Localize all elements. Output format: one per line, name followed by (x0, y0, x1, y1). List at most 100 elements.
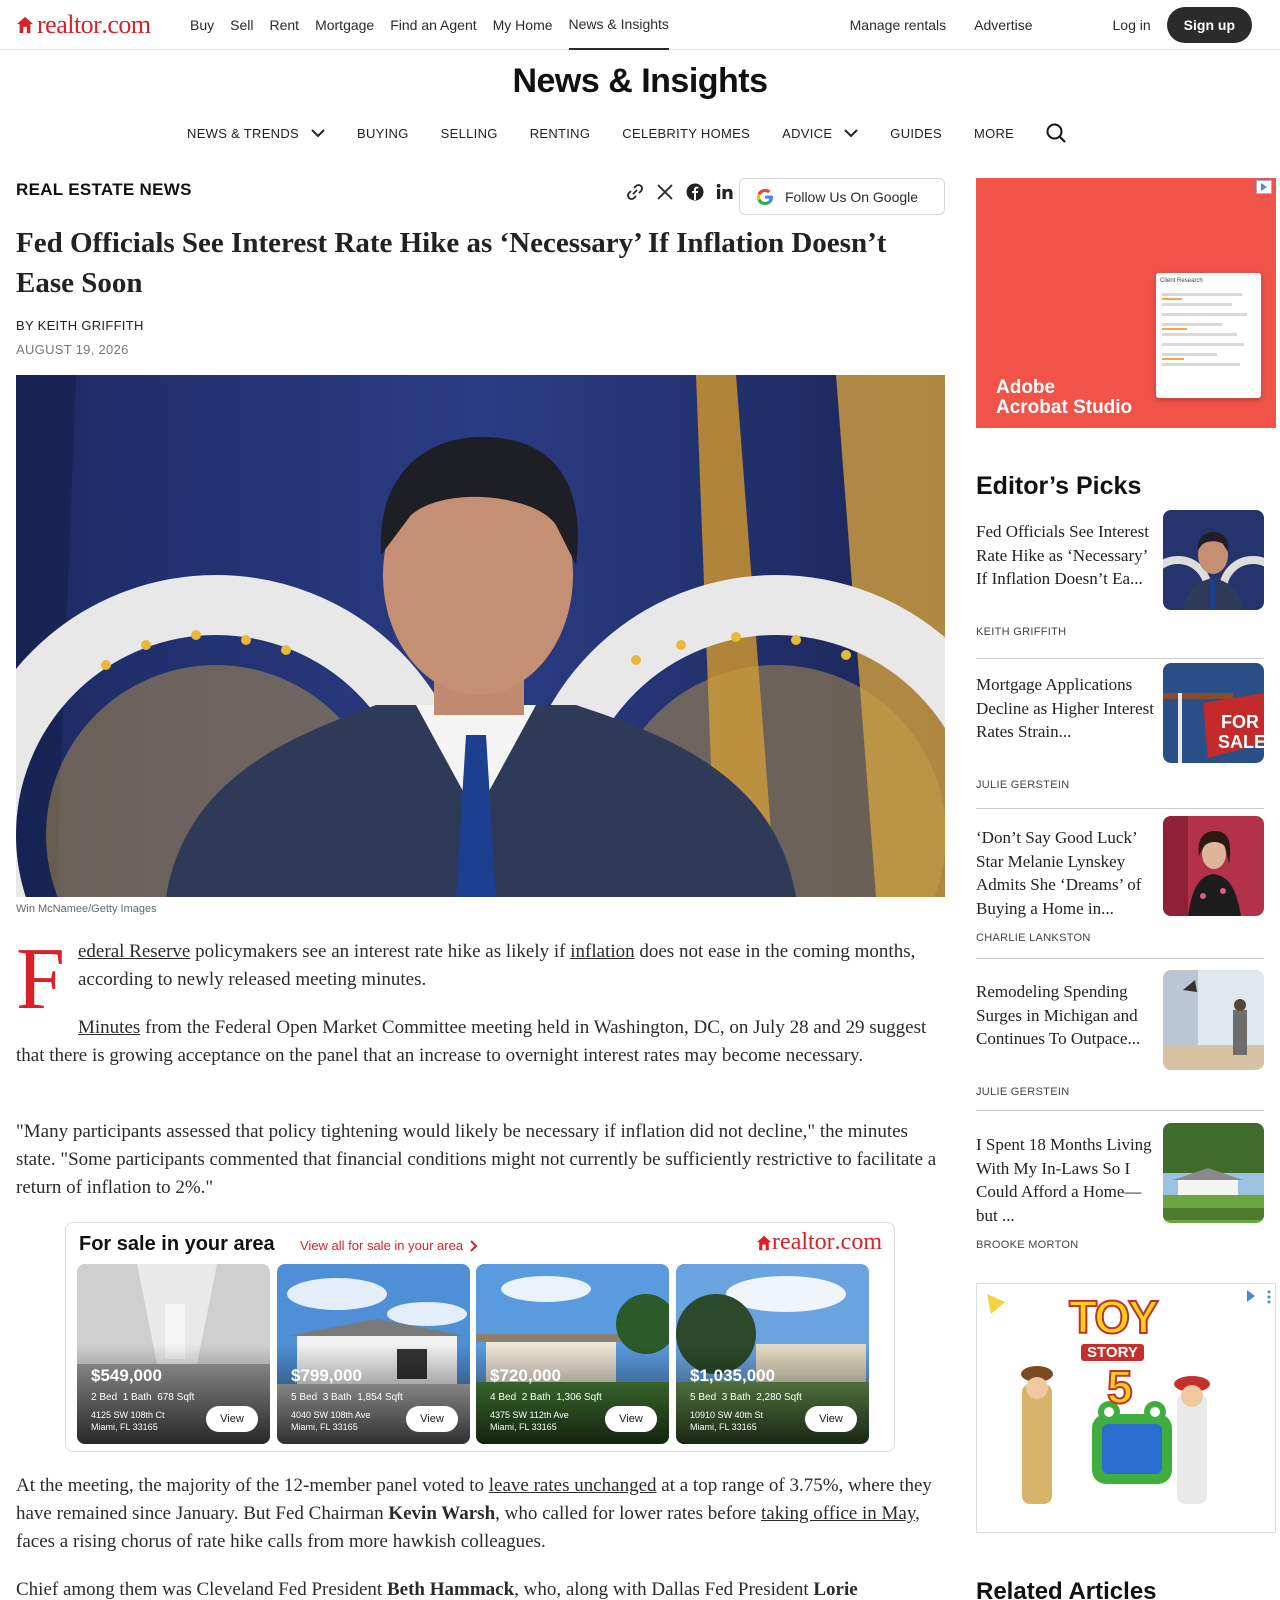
manage-rentals-link[interactable]: Manage rentals (850, 17, 947, 33)
secnav-news-trends[interactable]: NEWS & TRENDS (187, 126, 325, 141)
secnav-advice[interactable]: ADVICE (782, 126, 859, 141)
ad-document-graphic: Client Research (1156, 273, 1261, 398)
secnav-buying[interactable]: BUYING (357, 126, 409, 141)
link-inflation[interactable]: inflation (570, 941, 634, 962)
article-date: AUGUST 19, 2026 (16, 342, 129, 357)
link-taking-office[interactable]: taking office in May (761, 1503, 915, 1524)
signup-button[interactable]: Sign up (1166, 7, 1252, 43)
paragraph-3: "Many participants assessed that policy … (16, 1121, 937, 1198)
editors-pick-item[interactable]: ‘Don’t Say Good Luck’ Star Melanie Lynsk… (976, 816, 1264, 976)
link-federal-reserve[interactable]: ederal Reserve (78, 941, 190, 962)
related-articles-heading: Related Articles (976, 1578, 1157, 1600)
pick-author: JULIE GERSTEIN (976, 779, 1070, 791)
drop-cap: F (16, 931, 65, 1028)
ad-toy-text: TOY (1068, 1290, 1160, 1344)
top-right-links: Manage rentals Advertise Log in Sign up (850, 0, 1280, 50)
ad-doc-title: Client Research (1160, 278, 1203, 284)
listing-beds: 5 Bed (291, 1392, 318, 1403)
listing-card[interactable]: $1,035,000 5 Bed 3 Bath 2,280 Sqft 10910… (676, 1264, 869, 1444)
paragraph-1: ederal Reserve policymakers see an inter… (78, 938, 945, 994)
view-all-for-sale-link[interactable]: View all for sale in your area (300, 1238, 478, 1253)
x-twitter-icon[interactable] (656, 183, 674, 201)
listing-address: 4040 SW 108th Ave Miami, FL 33165 (291, 1409, 370, 1433)
listing-view-button[interactable]: View (805, 1406, 857, 1432)
svg-text:SALE: SALE (1218, 732, 1264, 752)
editors-pick-item[interactable]: Fed Officials See Interest Rate Hike as … (976, 510, 1264, 670)
editors-pick-item[interactable]: Remodeling Spending Surges in Michigan a… (976, 970, 1264, 1130)
pick-thumbnail: FORSALE (1163, 663, 1264, 763)
nav-mortgage[interactable]: Mortgage (315, 0, 374, 50)
adobe-ad[interactable]: Client Research Adobe Acrobat Studio (976, 178, 1276, 428)
ad-number-text: 5 (1106, 1360, 1134, 1414)
listing-sqft: 1,854 Sqft (357, 1392, 403, 1403)
facebook-icon[interactable] (686, 183, 704, 201)
chevron-down-icon (311, 129, 325, 138)
pick-title: Remodeling Spending Surges in Michigan a… (976, 982, 1141, 1048)
name-lorie: Lorie (813, 1579, 858, 1600)
secnav-news-trends-label: NEWS & TRENDS (187, 125, 300, 141)
section-title: News & Insights (512, 62, 768, 100)
paragraph-4: At the meeting, the majority of the 12-m… (16, 1472, 945, 1556)
login-link[interactable]: Log in (1113, 17, 1151, 33)
chevron-right-icon (470, 1239, 478, 1252)
nav-my-home[interactable]: My Home (493, 0, 553, 50)
ad-doc-lines (1162, 293, 1247, 366)
listing-address: 4125 SW 108th Ct Miami, FL 33165 (91, 1409, 165, 1433)
image-caption: Win McNamee/Getty Images (16, 903, 157, 915)
secnav-more[interactable]: MORE (974, 126, 1014, 141)
share-bar (626, 183, 746, 201)
listing-card[interactable]: $720,000 4 Bed 2 Bath 1,306 Sqft 4375 SW… (476, 1264, 669, 1444)
listing-price: $549,000 (91, 1366, 162, 1385)
article-headline: Fed Officials See Interest Rate Hike as … (16, 227, 887, 299)
search-icon[interactable] (1046, 123, 1066, 143)
listing-baths: 3 Bath (322, 1392, 352, 1403)
follow-google-button[interactable]: Follow Us On Google (739, 178, 945, 215)
secnav-selling[interactable]: SELLING (441, 126, 498, 141)
listing-view-button[interactable]: View (206, 1406, 258, 1432)
editors-picks-heading: Editor’s Picks (976, 472, 1142, 500)
name-beth-hammack: Beth Hammack (386, 1579, 515, 1600)
listing-card[interactable]: $549,000 2 Bed 1 Bath 678 Sqft 4125 SW 1… (77, 1264, 270, 1444)
nav-sell[interactable]: Sell (230, 0, 253, 50)
widget-logo-main: realtor (772, 1229, 835, 1255)
listing-price: $1,035,000 (690, 1366, 776, 1385)
listing-address-line1: 4040 SW 108th Ave (291, 1410, 371, 1420)
linkedin-icon[interactable] (716, 183, 734, 201)
google-icon (757, 188, 773, 205)
pick-divider (976, 808, 1264, 809)
house-logo-icon (756, 1235, 772, 1250)
pick-divider (976, 1110, 1264, 1111)
secnav-celebrity-homes[interactable]: CELEBRITY HOMES (622, 126, 750, 141)
for-sale-widget: For sale in your area View all for sale … (65, 1222, 895, 1452)
link-leave-rates-unchanged[interactable]: leave rates unchanged (489, 1475, 657, 1496)
advertise-link[interactable]: Advertise (974, 17, 1032, 33)
listing-price: $720,000 (490, 1366, 561, 1385)
pick-title: I Spent 18 Months Living With My In-Laws… (976, 1135, 1152, 1225)
p4-text-3: , who called for lower rates before (495, 1503, 762, 1524)
editors-pick-item[interactable]: Mortgage Applications Decline as Higher … (976, 663, 1264, 823)
pick-title: Fed Officials See Interest Rate Hike as … (976, 522, 1149, 588)
listing-view-button[interactable]: View (406, 1406, 458, 1432)
toy-story-ad[interactable]: TOY STORY 5 (976, 1283, 1276, 1533)
realtor-logo[interactable]: realtor .com (16, 10, 151, 40)
editors-pick-item[interactable]: I Spent 18 Months Living With My In-Laws… (976, 1123, 1264, 1283)
nav-news-insights[interactable]: News & Insights (568, 0, 669, 50)
p2-text: from the Federal Open Market Committee m… (16, 1017, 927, 1066)
link-minutes[interactable]: Minutes (78, 1017, 140, 1038)
secnav-renting[interactable]: RENTING (530, 126, 591, 141)
secnav-guides[interactable]: GUIDES (890, 126, 942, 141)
name-kevin-warsh: Kevin Warsh (388, 1503, 496, 1524)
listing-view-button[interactable]: View (605, 1406, 657, 1432)
paragraph-5: Chief among them was Cleveland Fed Presi… (16, 1576, 945, 1600)
link-icon[interactable] (626, 183, 644, 201)
listing-card[interactable]: $799,000 5 Bed 3 Bath 1,854 Sqft 4040 SW… (277, 1264, 470, 1444)
section-nav: NEWS & TRENDS BUYING SELLING RENTING CEL… (187, 118, 1066, 148)
nav-buy[interactable]: Buy (190, 0, 214, 50)
ad-choices-icon[interactable] (1256, 180, 1272, 194)
nav-rent[interactable]: Rent (269, 0, 299, 50)
listing-address: 10910 SW 40th St Miami, FL 33165 (690, 1409, 763, 1433)
article-byline[interactable]: BY KEITH GRIFFITH (16, 318, 144, 333)
listing-sqft: 2,280 Sqft (756, 1392, 802, 1403)
nav-find-agent[interactable]: Find an Agent (390, 0, 476, 50)
article-category[interactable]: REAL ESTATE NEWS (16, 180, 192, 200)
